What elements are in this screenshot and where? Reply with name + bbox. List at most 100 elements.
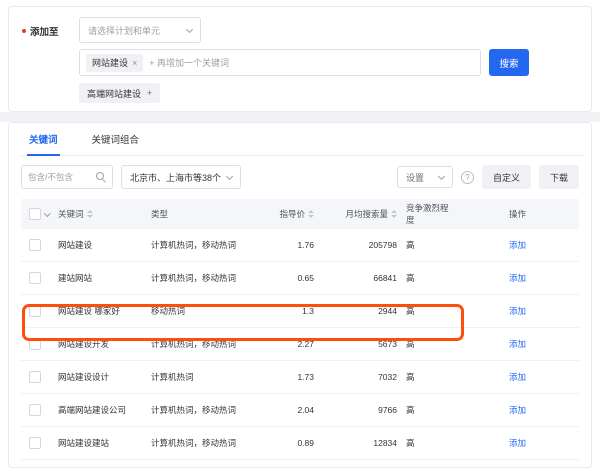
table-row: 网站建设 哪家好 移动热词 1.3 2944 高 添加 (21, 295, 579, 328)
row-action-cell: 添加 (456, 338, 579, 350)
row-type: 计算机热词 (146, 371, 273, 383)
chevron-down-icon (186, 25, 193, 32)
row-action-cell: 添加 (456, 437, 579, 449)
row-price: 1.3 (273, 306, 318, 316)
row-type: 计算机热词，移动热词 (146, 338, 273, 350)
row-volume: 9766 (318, 405, 401, 415)
table-row: 网站建设 计算机热词，移动热词 1.76 205798 高 添加 (21, 229, 579, 262)
row-keyword: 网站建设 (53, 239, 146, 251)
row-keyword: 网站建设 哪家好 (53, 305, 146, 317)
add-tag-icon: + (147, 88, 152, 98)
table-row: 建站网站 计算机热词，移动热词 0.65 66841 高 添加 (21, 262, 579, 295)
tab-keywords[interactable]: 关键词 (29, 123, 58, 155)
row-checkbox[interactable] (29, 338, 41, 350)
header-type: 类型 (146, 208, 273, 220)
chevron-down-icon[interactable] (44, 210, 50, 216)
add-link[interactable]: 添加 (509, 273, 526, 283)
row-type: 计算机热词，移动热词 (146, 239, 273, 251)
row-keyword: 网站建设开发 (53, 338, 146, 350)
row-price: 2.27 (273, 339, 318, 349)
plan-unit-select[interactable]: 请选择计划和单元 (79, 17, 201, 43)
row-competition: 高 (401, 305, 456, 317)
keyword-input[interactable] (149, 58, 474, 68)
row-volume: 66841 (318, 273, 401, 283)
customize-button[interactable]: 自定义 (482, 165, 531, 189)
row-action-cell: 添加 (456, 239, 579, 251)
row-action-cell: 添加 (456, 305, 579, 317)
sort-icon[interactable] (391, 210, 397, 218)
row-type: 移动热词 (146, 305, 273, 317)
row-price: 1.76 (273, 240, 318, 250)
row-competition: 高 (401, 404, 456, 416)
sort-icon[interactable] (308, 210, 314, 218)
row-type: 计算机热词，移动热词 (146, 437, 273, 449)
row-checkbox-cell (21, 338, 53, 350)
row-checkbox-cell (21, 371, 53, 383)
download-button[interactable]: 下载 (539, 165, 579, 189)
add-link[interactable]: 添加 (509, 438, 526, 448)
row-action-cell: 添加 (456, 404, 579, 416)
row-checkbox[interactable] (29, 437, 41, 449)
keyword-input-bar[interactable]: 网站建设 × (79, 49, 481, 76)
row-checkbox[interactable] (29, 371, 41, 383)
row-competition: 高 (401, 338, 456, 350)
row-checkbox[interactable] (29, 272, 41, 284)
row-price: 1.73 (273, 372, 318, 382)
row-checkbox[interactable] (29, 404, 41, 416)
table-header-row: 关键词 类型 指导价 月均搜索量 竞争激烈程度 操作 (21, 199, 579, 229)
header-checkbox-cell (21, 208, 53, 220)
header-price[interactable]: 指导价 (273, 208, 318, 220)
row-volume: 5673 (318, 339, 401, 349)
header-price-label: 指导价 (279, 208, 305, 220)
add-link[interactable]: 添加 (509, 405, 526, 415)
row-checkbox[interactable] (29, 239, 41, 251)
add-to-label: 添加至 (30, 24, 59, 38)
row-checkbox-cell (21, 437, 53, 449)
add-link[interactable]: 添加 (509, 339, 526, 349)
tab-keyword-combinations[interactable]: 关键词组合 (92, 123, 140, 155)
table-body: 网站建设 计算机热词，移动热词 1.76 205798 高 添加 建站网站 计算… (21, 229, 579, 460)
row-competition: 高 (401, 239, 456, 251)
search-icon (96, 172, 106, 182)
row-keyword: 网站建设建站 (53, 437, 146, 449)
contain-filter-box[interactable] (21, 165, 113, 189)
row-checkbox-cell (21, 239, 53, 251)
row-competition: 高 (401, 272, 456, 284)
plan-unit-select-placeholder: 请选择计划和单元 (88, 24, 160, 37)
remove-tag-icon[interactable]: × (132, 58, 137, 68)
table-row: 网站建设设计 计算机热词 1.73 7032 高 添加 (21, 361, 579, 394)
row-keyword: 高端网站建设公司 (53, 404, 146, 416)
add-link[interactable]: 添加 (509, 240, 526, 250)
suggested-keyword-tag[interactable]: 高端网站建设 + (79, 83, 160, 103)
header-keyword[interactable]: 关键词 (53, 208, 146, 220)
header-volume-label: 月均搜索量 (345, 208, 388, 220)
chevron-down-icon (438, 172, 445, 179)
select-all-checkbox[interactable] (29, 208, 41, 220)
row-type: 计算机热词，移动热词 (146, 404, 273, 416)
region-select-value: 北京市、上海市等38个 (130, 171, 221, 184)
row-action-cell: 添加 (456, 272, 579, 284)
table-row: 高端网站建设公司 计算机热词，移动热词 2.04 9766 高 添加 (21, 394, 579, 427)
sort-icon[interactable] (87, 210, 93, 218)
suggested-keyword-label: 高端网站建设 (87, 87, 141, 100)
row-checkbox[interactable] (29, 305, 41, 317)
region-select[interactable]: 北京市、上海市等38个 (121, 165, 241, 189)
required-marker (22, 29, 26, 33)
add-link[interactable]: 添加 (509, 306, 526, 316)
row-keyword: 建站网站 (53, 272, 146, 284)
header-volume[interactable]: 月均搜索量 (318, 208, 401, 220)
row-price: 2.04 (273, 405, 318, 415)
keyword-results-panel: 关键词 关键词组合 北京市、上海市等38个 设置 ? 自定义 下载 关键词 (8, 122, 592, 468)
add-to-panel: 添加至 请选择计划和单元 网站建设 × 搜索 高端网站建设 + (8, 6, 592, 112)
contain-filter-input[interactable] (28, 172, 92, 182)
header-competition: 竞争激烈程度 (401, 202, 456, 226)
row-checkbox-cell (21, 404, 53, 416)
help-icon[interactable]: ? (461, 171, 474, 184)
add-link[interactable]: 添加 (509, 372, 526, 382)
row-volume: 7032 (318, 372, 401, 382)
row-volume: 205798 (318, 240, 401, 250)
keyword-table: 关键词 类型 指导价 月均搜索量 竞争激烈程度 操作 网站建设 计算机热词，移动… (21, 199, 579, 460)
search-button[interactable]: 搜索 (489, 49, 529, 76)
row-price: 0.65 (273, 273, 318, 283)
settings-select[interactable]: 设置 (397, 166, 453, 188)
